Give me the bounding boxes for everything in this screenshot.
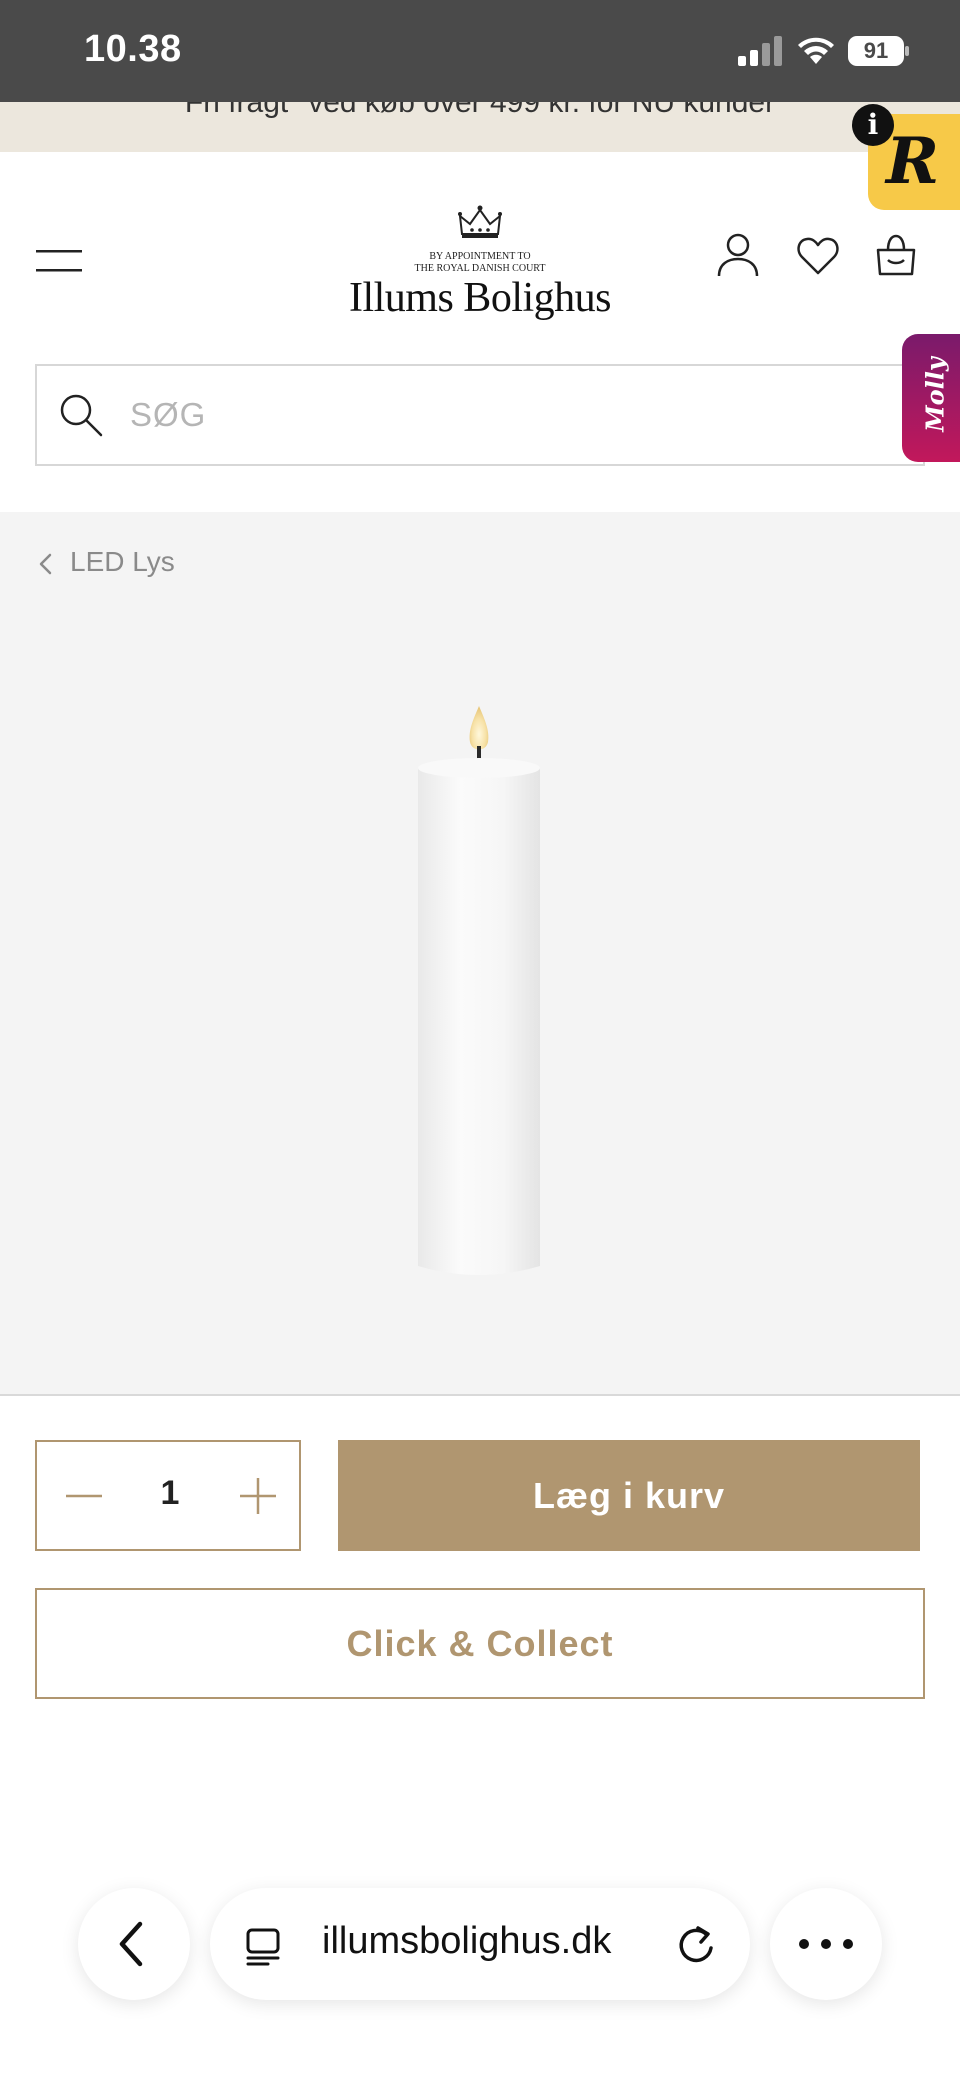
browser-back-button[interactable]: [78, 1888, 190, 2000]
chevron-left-icon[interactable]: [36, 552, 56, 576]
product-image-led-candle[interactable]: [404, 696, 554, 1286]
r-widget-letter[interactable]: R: [886, 124, 939, 199]
chevron-left-icon: [119, 1921, 143, 1967]
logo-appointment-line-2: THE ROYAL DANISH COURT: [414, 263, 546, 274]
minus-icon[interactable]: [64, 1484, 104, 1508]
hamburger-menu-icon[interactable]: [36, 248, 82, 274]
info-icon[interactable]: i: [852, 104, 894, 146]
add-to-cart-button[interactable]: Læg i kurv: [338, 1440, 920, 1551]
battery-level: 91: [863, 38, 889, 63]
account-icon[interactable]: [716, 232, 760, 278]
wifi-icon: [798, 37, 834, 64]
molly-tab-label[interactable]: Molly: [921, 350, 950, 440]
ellipsis-icon: [799, 1939, 853, 1949]
reload-icon[interactable]: [674, 1924, 718, 1968]
royal-crown-icon: [458, 205, 502, 238]
wishlist-heart-icon[interactable]: [796, 236, 840, 276]
breadcrumb-led-lys[interactable]: LED Lys: [70, 546, 175, 578]
promo-banner: Fri fragt* ved køb over 499 kr. for NU k…: [0, 102, 960, 152]
battery-icon: 91: [848, 36, 910, 66]
shopping-bag-icon[interactable]: [874, 232, 918, 276]
plus-icon[interactable]: [238, 1476, 278, 1516]
quantity-value[interactable]: 1: [140, 1474, 200, 1513]
logo-appointment-line-1: BY APPOINTMENT TO: [429, 251, 531, 262]
click-and-collect-button[interactable]: Click & Collect: [35, 1588, 925, 1699]
promo-banner-text: Fri fragt* ved køb over 499 kr. for NU k…: [184, 102, 776, 119]
url-text[interactable]: illumsbolighus.dk: [322, 1920, 611, 1963]
more-options-button[interactable]: [770, 1888, 882, 2000]
reader-tabs-icon[interactable]: [244, 1926, 284, 1966]
site-logo[interactable]: Illums Bolighus: [300, 274, 660, 322]
cellular-signal-icon: [738, 36, 782, 66]
search-placeholder: SØG: [130, 396, 207, 433]
search-icon: [60, 394, 103, 437]
status-time: 10.38: [84, 28, 182, 70]
